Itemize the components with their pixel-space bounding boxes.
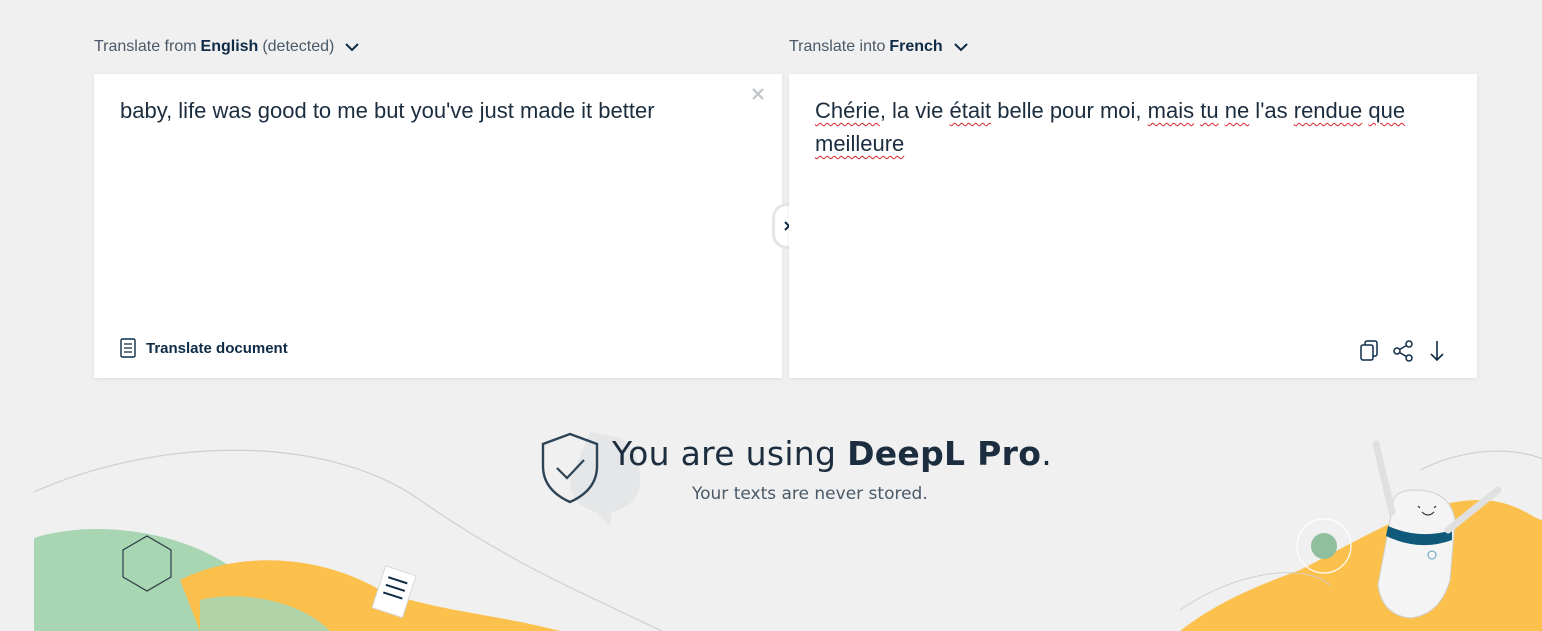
spellcheck-word: ne — [1224, 98, 1250, 123]
spellcheck-word: mais — [1147, 98, 1195, 123]
spellcheck-word: meilleure — [815, 131, 905, 156]
target-text-segment: l'as — [1249, 98, 1294, 123]
translate-document-button[interactable]: Translate document — [120, 338, 288, 358]
pro-title-suffix: . — [1041, 434, 1052, 473]
pro-subtitle: Your texts are never stored. — [692, 484, 928, 504]
spellcheck-word: tu — [1200, 98, 1219, 123]
share-icon — [1393, 340, 1413, 362]
chevron-down-icon[interactable] — [344, 39, 360, 55]
shield-check-icon — [541, 432, 599, 504]
copy-button[interactable] — [1357, 338, 1381, 364]
target-text-segment: , la vie — [879, 98, 950, 123]
pro-title: You are using DeepL Pro. — [612, 434, 1052, 473]
download-button[interactable] — [1425, 338, 1449, 364]
pro-title-prefix: You are using — [612, 434, 848, 473]
chevron-down-icon[interactable] — [953, 39, 969, 55]
copy-icon — [1360, 340, 1378, 361]
source-panel: baby, life was good to me but you've jus… — [94, 74, 782, 378]
spellcheck-word: que — [1368, 98, 1406, 123]
target-language: French — [889, 38, 943, 55]
target-textarea[interactable]: Chérie, la vie était belle pour moi, mai… — [815, 94, 1449, 160]
target-prefix: Translate into — [789, 38, 886, 55]
source-textarea[interactable]: baby, life was good to me but you've jus… — [120, 94, 746, 127]
target-language-selector[interactable]: Translate into French — [789, 38, 969, 56]
close-icon[interactable] — [748, 84, 768, 104]
target-panel: Chérie, la vie était belle pour moi, mai… — [789, 74, 1477, 378]
detected-label: (detected) — [262, 38, 335, 55]
translate-document-label: Translate document — [146, 339, 288, 357]
target-actions — [1357, 338, 1449, 364]
translator-page: Translate from English (detected) Transl… — [0, 0, 1542, 631]
target-text-segment: belle pour moi, — [991, 98, 1148, 123]
pro-brand: DeepL Pro — [847, 434, 1042, 473]
source-language: English — [200, 38, 259, 55]
share-button[interactable] — [1391, 338, 1415, 364]
document-icon — [120, 338, 136, 358]
pro-notice: You are using DeepL Pro. Your texts are … — [612, 434, 1052, 504]
logo-icon — [116, 0, 132, 6]
source-prefix: Translate from — [94, 38, 197, 55]
spellcheck-word: rendue — [1293, 98, 1363, 123]
download-arrow-icon — [1430, 341, 1444, 362]
source-language-selector[interactable]: Translate from English (detected) — [94, 38, 360, 56]
spellcheck-word: Chérie — [815, 98, 880, 123]
spellcheck-word: était — [949, 98, 992, 123]
